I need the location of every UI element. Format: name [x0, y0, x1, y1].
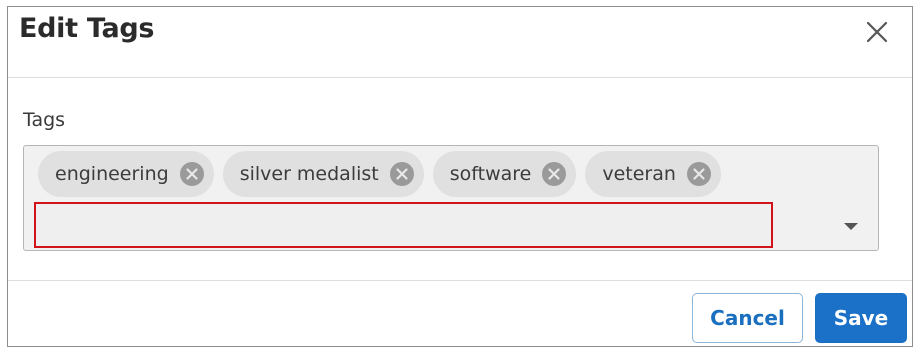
dialog-header: Edit Tags — [8, 7, 912, 78]
tag-chip-label: engineering — [55, 163, 169, 185]
tag-chip: veteran — [585, 151, 721, 197]
tags-field-label: Tags — [23, 109, 66, 131]
tag-remove-button[interactable] — [179, 162, 204, 186]
tag-remove-button[interactable] — [686, 162, 711, 186]
tag-chip: software — [432, 151, 577, 197]
dialog-body: Tags engineering silver medalist softwar… — [8, 78, 912, 281]
remove-circle-icon — [686, 162, 711, 186]
remove-circle-icon — [542, 162, 567, 186]
tag-chip-label: software — [449, 163, 532, 185]
tag-remove-button[interactable] — [542, 162, 567, 186]
tag-chip: engineering — [38, 151, 214, 197]
tag-remove-button[interactable] — [389, 162, 414, 186]
tag-chip: silver medalist — [222, 151, 424, 197]
cancel-button[interactable]: Cancel — [692, 293, 803, 343]
tag-chip-label: veteran — [602, 163, 676, 185]
caret-down-icon — [844, 223, 858, 230]
dialog-footer: Cancel Save — [8, 280, 912, 346]
tag-search-input[interactable] — [34, 202, 773, 248]
close-icon — [866, 21, 888, 43]
edit-tags-dialog: Edit Tags Tags engineering silver medali… — [7, 6, 913, 347]
remove-circle-icon — [179, 162, 204, 186]
tag-chip-label: silver medalist — [239, 163, 379, 185]
tag-chip-list: engineering silver medalist software vet… — [38, 151, 721, 197]
save-button[interactable]: Save — [815, 293, 907, 343]
tags-dropdown-toggle[interactable] — [840, 216, 862, 236]
tags-multiselect[interactable]: engineering silver medalist software vet… — [23, 145, 879, 251]
remove-circle-icon — [389, 162, 414, 186]
close-button[interactable] — [862, 17, 892, 47]
dialog-title: Edit Tags — [19, 13, 155, 44]
